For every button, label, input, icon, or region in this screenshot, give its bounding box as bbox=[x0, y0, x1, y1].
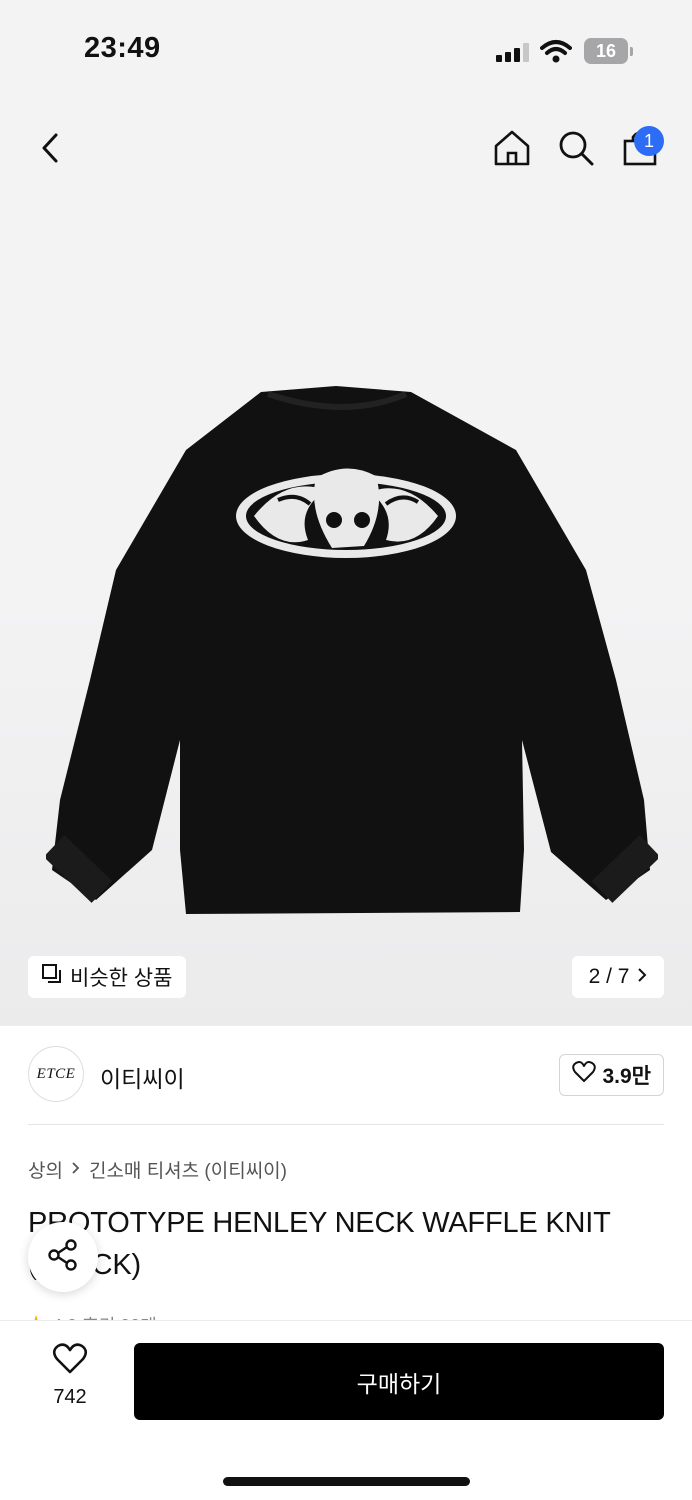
bottom-action-bar: 742 구매하기 bbox=[0, 1320, 692, 1500]
brand-row[interactable]: ETCE 이티씨이 3.9만 bbox=[28, 1046, 664, 1104]
product-photo bbox=[46, 386, 658, 914]
status-time: 23:49 bbox=[84, 32, 161, 64]
brand-name[interactable]: 이티씨이 bbox=[100, 1060, 185, 1094]
battery-icon: 16 bbox=[584, 38, 628, 64]
buy-button[interactable]: 구매하기 bbox=[134, 1343, 664, 1420]
share-icon bbox=[46, 1238, 80, 1277]
breadcrumb[interactable]: 상의 긴소매 티셔츠 (이티씨이) bbox=[28, 1156, 287, 1183]
brand-logo[interactable]: ETCE bbox=[28, 1046, 84, 1102]
home-button[interactable] bbox=[488, 124, 536, 176]
home-indicator bbox=[223, 1477, 470, 1486]
pager-text: 2 / 7 bbox=[588, 965, 630, 988]
chevron-right-icon bbox=[637, 965, 647, 989]
wifi-icon bbox=[540, 40, 572, 63]
share-button[interactable] bbox=[28, 1222, 98, 1292]
cellular-signal-icon bbox=[496, 42, 529, 62]
search-icon bbox=[557, 129, 595, 172]
search-button[interactable] bbox=[552, 124, 600, 176]
similar-items-icon bbox=[40, 962, 64, 992]
back-button[interactable] bbox=[26, 126, 74, 174]
chevron-right-icon bbox=[71, 1159, 81, 1181]
similar-products-button[interactable]: 비슷한 상품 bbox=[28, 956, 187, 998]
cart-count-badge: 1 bbox=[634, 126, 664, 156]
heart-icon bbox=[572, 1061, 597, 1089]
heart-icon bbox=[52, 1343, 88, 1380]
home-icon bbox=[493, 129, 531, 172]
product-title: PROTOTYPE HENLEY NECK WAFFLE KNIT (BLACK… bbox=[28, 1207, 611, 1281]
image-pager[interactable]: 2 / 7 bbox=[572, 956, 664, 998]
similar-products-label: 비슷한 상품 bbox=[70, 967, 173, 990]
wishlist-count: 742 bbox=[53, 1386, 87, 1408]
breadcrumb-item-category[interactable]: 긴소매 티셔츠 (이티씨이) bbox=[89, 1156, 287, 1183]
chevron-left-icon bbox=[40, 132, 60, 169]
divider bbox=[28, 1124, 664, 1125]
battery-tip bbox=[630, 47, 633, 56]
wishlist-button[interactable]: 742 bbox=[30, 1343, 110, 1423]
breadcrumb-item-top[interactable]: 상의 bbox=[28, 1156, 63, 1183]
brand-like-button[interactable]: 3.9만 bbox=[559, 1054, 664, 1096]
brand-like-count: 3.9만 bbox=[602, 1065, 651, 1088]
status-bar: 23:49 16 bbox=[0, 0, 692, 100]
